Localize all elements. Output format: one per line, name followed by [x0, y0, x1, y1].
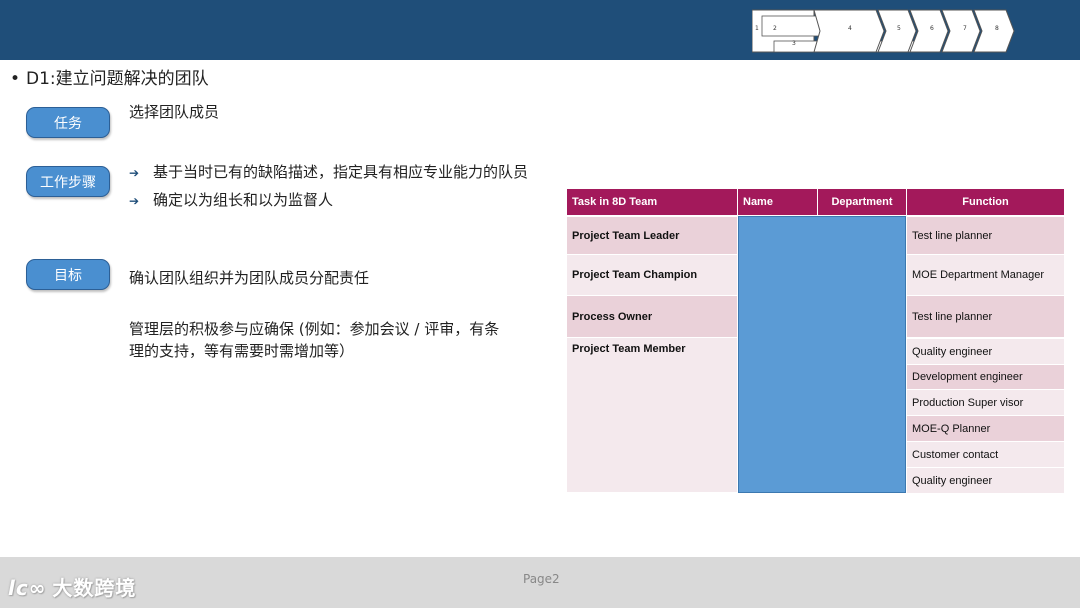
- goal-note-line2: 理的支持，等有需要时需增加等）: [129, 342, 355, 360]
- goal-text: 确认团队组织并为团队成员分配责任: [129, 269, 370, 287]
- step-label-4: 4: [848, 25, 852, 32]
- table-header-task: Task in 8D Team: [567, 189, 738, 215]
- watermark-text: 大数跨境: [52, 576, 137, 600]
- goal-label-pill: 目标: [26, 259, 110, 290]
- page-number: Page2: [523, 572, 560, 586]
- step-label-3: 3: [792, 40, 796, 47]
- role-cell: Project Team Member: [567, 338, 737, 492]
- slide-title-text: D1:建立问题解决的团队: [26, 69, 209, 89]
- arrow-right-icon: ➔: [129, 166, 140, 180]
- step-item-text: 确定以为组长和以为监督人: [153, 191, 334, 209]
- role-cell: Project Team Champion: [567, 255, 737, 295]
- bullet-icon: •: [10, 69, 21, 89]
- slide-title: • D1:建立问题解决的团队: [10, 64, 209, 89]
- task-text: 选择团队成员: [129, 103, 220, 121]
- goal-note-line1: 管理层的积极参与应确保 (例如：参加会议 / 评审，有条: [129, 320, 500, 338]
- function-cell: Quality engineer: [907, 339, 1064, 364]
- function-cell: Customer contact: [907, 442, 1064, 467]
- arrow-right-icon: ➔: [129, 194, 140, 208]
- step-label-1: 1: [755, 25, 759, 32]
- step-label-5: 5: [897, 25, 901, 32]
- table-header-department: Department: [818, 189, 907, 215]
- step-item-1: ➔ 基于当时已有的缺陷描述，指定具有相应专业能力的队员: [129, 161, 528, 182]
- function-cell: MOE Department Manager: [907, 255, 1064, 295]
- function-cell: Development engineer: [907, 365, 1064, 389]
- step-label-8: 8: [995, 25, 999, 32]
- table-header-function: Function: [907, 189, 1064, 215]
- watermark-logo-icon: lc∞: [8, 576, 47, 600]
- role-cell: Project Team Leader: [567, 217, 737, 254]
- step-item-text: 基于当时已有的缺陷描述，指定具有相应专业能力的队员: [153, 163, 529, 181]
- table-header-name: Name: [738, 189, 818, 215]
- watermark: lc∞ 大数跨境: [8, 572, 136, 601]
- step-label-6: 6: [930, 25, 934, 32]
- name-department-column: [738, 216, 906, 493]
- role-cell: Process Owner: [567, 296, 737, 337]
- function-cell: Quality engineer: [907, 468, 1064, 493]
- function-cell: Production Super visor: [907, 390, 1064, 415]
- step-label-2: 2: [773, 25, 777, 32]
- steps-label-pill: 工作步骤: [26, 166, 110, 197]
- function-cell: MOE-Q Planner: [907, 416, 1064, 441]
- task-label-pill: 任务: [26, 107, 110, 138]
- process-steps-graphic: 1 2 3 4 5 6 7 8: [752, 8, 1020, 54]
- step-label-7: 7: [963, 25, 967, 32]
- function-cell: Test line planner: [907, 217, 1064, 254]
- team-table: Task in 8D Team Name Department Function…: [567, 189, 1064, 493]
- step-item-2: ➔ 确定以为组长和以为监督人: [129, 189, 333, 210]
- function-cell: Test line planner: [907, 296, 1064, 337]
